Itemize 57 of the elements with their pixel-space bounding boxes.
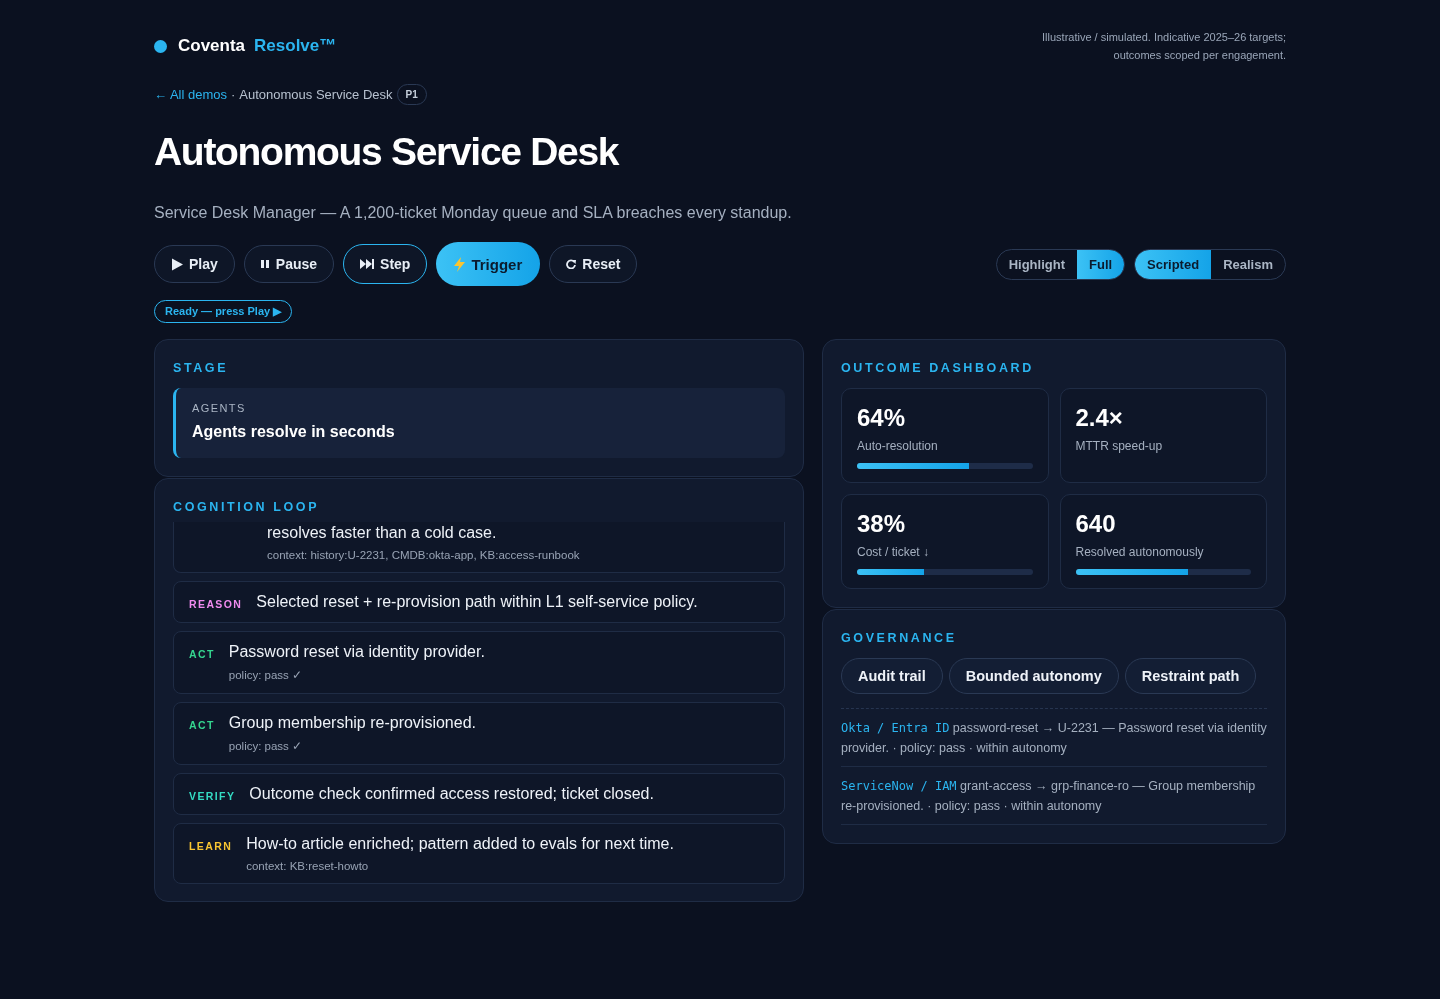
section-heading: GOVERNANCE — [841, 631, 958, 645]
metric-value: 64% — [857, 404, 907, 432]
disclaimer-text: Illustrative / simulated. Indicative 2025–26 targets; outcomes scoped per engagement. — [1041, 30, 1286, 63]
skip-forward-icon — [360, 259, 375, 269]
governance-chip[interactable]: Audit trail — [841, 658, 943, 694]
step-detail: context: history:U-2231, CMDB:okta-app, KB:access-runbook — [267, 549, 580, 561]
metric-value: 38% — [857, 510, 907, 538]
step-text: resolves faster than a cold case. — [267, 524, 498, 542]
metric-label: Cost / ticket ↓ — [857, 545, 931, 559]
governance-chip[interactable]: Restraint path — [1124, 658, 1257, 694]
reset-icon — [566, 259, 577, 269]
play-icon — [171, 257, 183, 271]
metric-label: MTTR speed-up — [1075, 439, 1164, 453]
step-button[interactable]: Step — [343, 244, 428, 284]
step-text: How-to article enriched; pattern added to evals for next time. — [246, 835, 674, 853]
toggle-option[interactable]: Full — [1077, 249, 1125, 279]
log-entry: ServiceNow / IAM grant-access → grp-finance-ro — Group membership re-provisioned. · policy: pass · within autonomy — [841, 767, 1267, 825]
log-entry: Okta / Entra ID password-reset → U-2231 — Password reset via identity provider. · policy: pass · within autonomy — [841, 709, 1267, 767]
pause-icon — [260, 259, 270, 269]
breadcrumb-separator: · — [231, 87, 236, 102]
step-tag: ACT — [189, 643, 215, 682]
step-detail: policy: pass ✓ — [228, 739, 304, 753]
step-detail: context: KB:reset-howto — [246, 860, 370, 872]
play-button[interactable]: Play — [154, 245, 235, 283]
section-heading: COGNITION LOOP — [173, 500, 321, 514]
page-subtitle: Service Desk Manager — A 1,200-ticket Monday queue and SLA breaches every standup. — [154, 204, 793, 222]
step-text: Selected reset + re-provision path within L1 self-service policy. — [256, 593, 698, 611]
step-detail: policy: pass ✓ — [228, 668, 304, 682]
logo-dot-icon — [154, 39, 167, 53]
pause-button[interactable]: Pause — [243, 245, 335, 283]
toggle-option[interactable]: Highlight — [996, 249, 1077, 279]
product-name: Resolve™ — [254, 36, 337, 56]
toggle-option[interactable]: Scripted — [1135, 249, 1212, 279]
governance-chip[interactable]: Bounded autonomy — [948, 658, 1119, 694]
reset-button[interactable]: Reset — [549, 245, 638, 283]
step-tag: REASON — [189, 593, 243, 611]
step-text: Outcome check confirmed access restored; ticket closed. — [249, 785, 654, 803]
step-tag: LEARN — [189, 835, 233, 872]
lightning-icon — [454, 256, 466, 272]
section-heading: OUTCOME DASHBOARD — [841, 361, 1035, 375]
metric-label: Resolved autonomously — [1075, 545, 1205, 559]
toggle-option[interactable]: Realism — [1211, 249, 1285, 279]
metric-label: Auto-resolution — [857, 439, 939, 453]
back-link[interactable]: ← All demos — [154, 87, 227, 102]
breadcrumb-current: Autonomous Service Desk — [239, 87, 393, 102]
stage-label: AGENTS — [192, 402, 247, 414]
step-tag: VERIFY — [189, 785, 236, 803]
trigger-button[interactable]: Trigger — [436, 242, 541, 286]
metric-value: 640 — [1075, 510, 1117, 538]
page-title: Autonomous Service Desk — [154, 130, 620, 174]
step-text: Password reset via identity provider. — [228, 643, 485, 661]
step-text: Group membership re-provisioned. — [228, 714, 476, 732]
metric-value: 2.4× — [1075, 404, 1124, 432]
section-heading: STAGE — [173, 361, 230, 375]
step-tag: ACT — [189, 714, 215, 753]
brand-name: Coventa — [178, 36, 246, 56]
stage-text: Agents resolve in seconds — [192, 423, 396, 441]
